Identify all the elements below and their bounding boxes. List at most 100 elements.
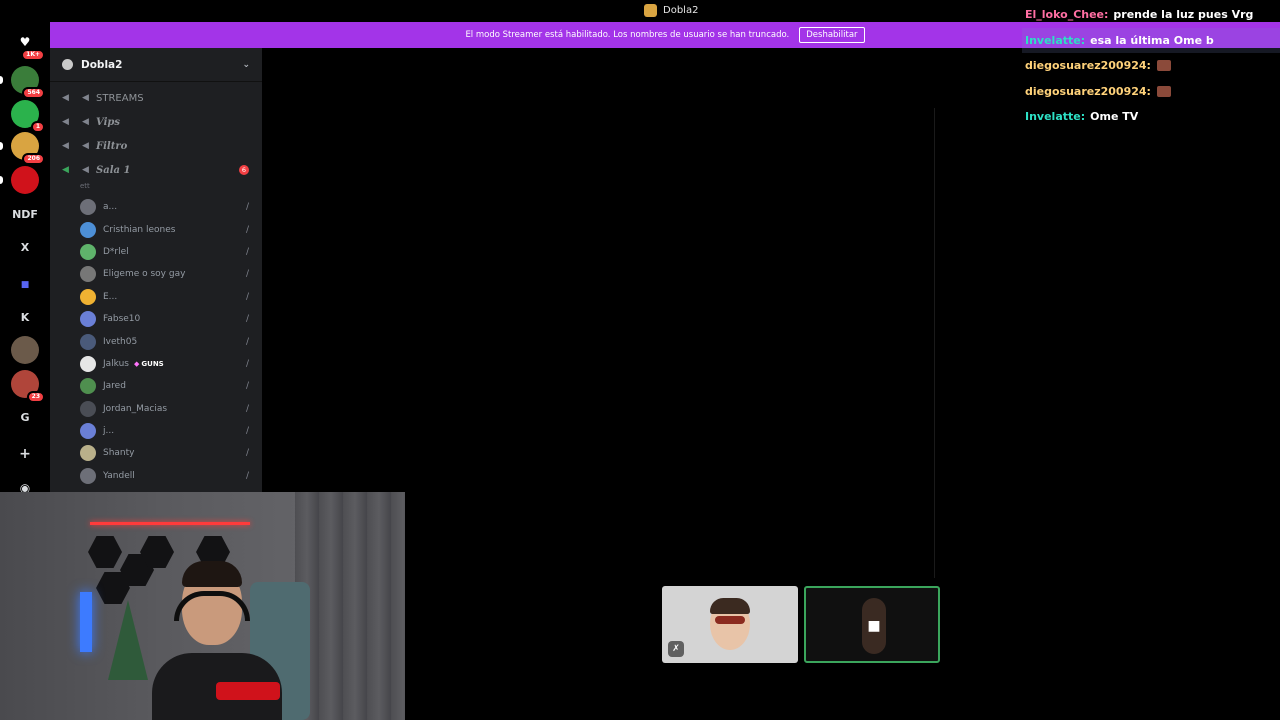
avatar xyxy=(80,266,96,283)
chat-message: diegosuarez200924: xyxy=(1022,79,1280,105)
member-name: Shanty xyxy=(103,448,135,459)
server-icon[interactable]: 564 xyxy=(11,66,45,99)
voice-member[interactable]: Jalkus ◆ GUNS ∕ xyxy=(50,353,262,375)
voice-member[interactable]: a... ∕ xyxy=(50,196,262,218)
chevron-down-icon[interactable]: ⌄ xyxy=(242,60,250,70)
voice-member[interactable]: Cristhian leones ∕ xyxy=(50,218,262,240)
webcam-overlay xyxy=(0,492,405,720)
member-name: a... xyxy=(103,202,118,213)
avatar xyxy=(80,311,96,328)
participant-tile-speaking[interactable]: ■ xyxy=(804,586,940,663)
disable-streamer-mode-button[interactable]: Deshabilitar xyxy=(799,27,865,43)
deafened-icon: ∕ xyxy=(245,358,249,369)
app-root: Dobla2 El modo Streamer está habilitado.… xyxy=(0,0,1280,720)
server-k[interactable]: K xyxy=(11,303,39,331)
voice-member[interactable]: Fabse10 ∕ xyxy=(50,308,262,330)
guild-header[interactable]: Dobla2 ⌄ xyxy=(50,48,262,82)
unread-pill xyxy=(0,176,3,184)
server-x[interactable]: X xyxy=(11,233,39,261)
avatar xyxy=(80,423,96,440)
speaker-icon: ◀ xyxy=(62,165,69,175)
channel-name: Sala 1 xyxy=(96,164,131,176)
channel-list: ◀ ◀ STREAMS ◀ ◀ Vips ◀ ◀ Filtro ◀ ◀ Sala 1 6 ett a... ∕… xyxy=(50,86,262,487)
muted-mic-icon: ✗ xyxy=(668,641,684,657)
voice-channel[interactable]: ◀ ◀ Sala 1 6 xyxy=(50,158,262,182)
deafened-icon: ∕ xyxy=(245,246,249,257)
streamer-mode-message: El modo Streamer está habilitado. Los no… xyxy=(465,30,790,40)
discord-icon[interactable]: ♥ 1K+ xyxy=(11,28,45,61)
notification-badge: 1 xyxy=(30,121,45,133)
emote-icon xyxy=(1156,85,1171,97)
member-name: Jared xyxy=(103,381,126,392)
chat-message: Invelatte: Ome TV xyxy=(1022,104,1280,130)
volume-icon: ◀ xyxy=(82,141,89,151)
volume-icon: ◀ xyxy=(82,93,89,103)
server-g[interactable]: G xyxy=(11,403,39,431)
voice-channel[interactable]: ◀ ◀ Filtro xyxy=(50,134,262,158)
spider-icon[interactable] xyxy=(11,166,39,194)
stream-chat-overlay: El_loko_Chee: prende la luz pues Vrg Invel… xyxy=(1022,2,1280,130)
stage-divider xyxy=(934,108,935,578)
chat-username: Invelatte: xyxy=(1025,110,1086,124)
guild-icon xyxy=(62,59,73,70)
voice-member[interactable]: E... ∕ xyxy=(50,286,262,308)
deafened-icon: ∕ xyxy=(245,314,249,325)
member-name: Iveth05 xyxy=(103,336,138,347)
member-name: D*rlel xyxy=(103,246,129,257)
guild-name: Dobla2 xyxy=(81,58,123,71)
member-name: Fabse10 xyxy=(103,314,141,325)
avatar xyxy=(80,445,96,462)
deafened-icon: ∕ xyxy=(245,224,249,235)
channel-status: ett xyxy=(80,182,90,190)
user-count-badge: 6 xyxy=(239,165,249,175)
unread-pill xyxy=(0,76,3,84)
voice-member[interactable]: Shanty ∕ xyxy=(50,442,262,464)
voice-member[interactable]: Eligeme o soy gay ∕ xyxy=(50,263,262,285)
server-ndf[interactable]: NDF xyxy=(11,200,39,228)
server-icon[interactable]: 206 xyxy=(11,132,45,165)
chat-message: El_loko_Chee: prende la luz pues Vrg xyxy=(1022,2,1280,28)
voice-member[interactable]: D*rlel ∕ xyxy=(50,241,262,263)
chat-message: Invelatte: esa la última Ome b xyxy=(1022,27,1280,53)
server-icon xyxy=(644,4,657,17)
avatar xyxy=(80,378,96,395)
voice-channel[interactable]: ◀ ◀ Vips xyxy=(50,110,262,134)
avatar xyxy=(80,221,96,238)
volume-icon: ◀ xyxy=(82,117,89,127)
voice-member[interactable]: Jordan_Macias ∕ xyxy=(50,398,262,420)
participant-tile[interactable]: ✗ xyxy=(662,586,798,663)
notification-badge: 23 xyxy=(26,391,45,403)
speaker-icon: ◀ xyxy=(62,93,69,103)
voice-channel[interactable]: ◀ ◀ STREAMS xyxy=(50,86,262,110)
window-title: Dobla2 xyxy=(644,4,698,17)
chat-message: diegosuarez200924: xyxy=(1022,53,1280,79)
add-server-icon[interactable]: + xyxy=(11,440,39,468)
server-tag: ◆ GUNS xyxy=(134,360,164,368)
voice-member[interactable]: Yandell ∕ xyxy=(50,465,262,487)
server-icon[interactable]: 23 xyxy=(11,370,45,403)
avatar xyxy=(80,355,96,372)
member-name: Jalkus xyxy=(103,358,129,369)
avatar xyxy=(80,199,96,216)
gem-icon: ◆ xyxy=(134,359,140,368)
channel-name: Filtro xyxy=(96,140,128,152)
server-icon[interactable] xyxy=(11,336,39,364)
deafened-icon: ∕ xyxy=(245,381,249,392)
voice-member[interactable]: Jared ∕ xyxy=(50,375,262,397)
streamer-hair xyxy=(182,561,242,587)
microphone xyxy=(216,682,280,700)
channel-name: STREAMS xyxy=(96,92,144,104)
chat-username: diegosuarez200924: xyxy=(1025,84,1151,98)
member-name: Eligeme o soy gay xyxy=(103,269,186,280)
voice-member[interactable]: Iveth05 ∕ xyxy=(50,330,262,352)
folder-icon[interactable]: ■ xyxy=(11,271,39,299)
member-name: Jordan_Macias xyxy=(103,403,168,414)
voice-member[interactable]: j... ∕ xyxy=(50,420,262,442)
speaker-icon: ◀ xyxy=(62,141,69,151)
server-icon[interactable]: 1 xyxy=(11,100,45,133)
window-title-text: Dobla2 xyxy=(663,5,699,16)
deafened-icon: ∕ xyxy=(245,269,249,280)
notification-badge: 206 xyxy=(22,153,45,165)
avatar-hair xyxy=(710,598,750,614)
notification-badge: 1K+ xyxy=(21,49,45,61)
